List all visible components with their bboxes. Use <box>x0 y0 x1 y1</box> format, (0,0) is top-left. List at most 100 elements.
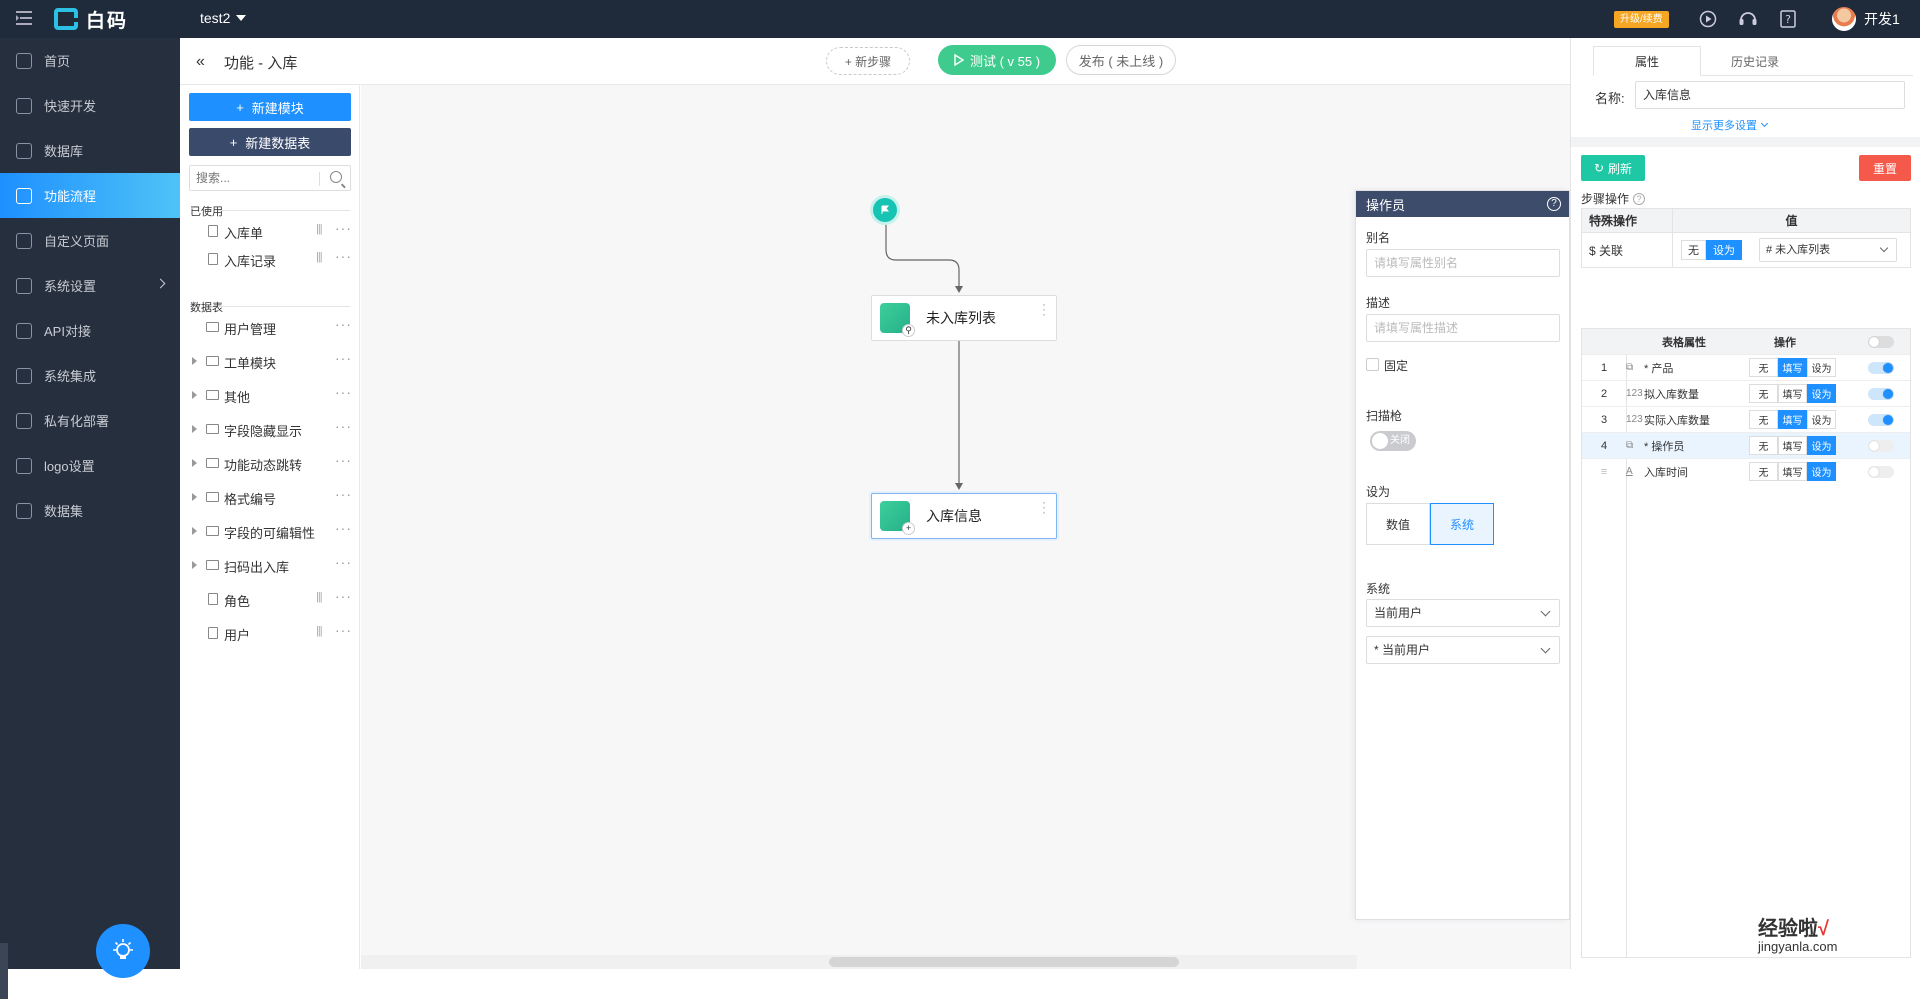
none-option[interactable]: 无 <box>1749 436 1778 455</box>
sidebar-item-logo[interactable]: logo设置 <box>0 443 180 488</box>
set-option[interactable]: 设为 <box>1807 462 1836 481</box>
caret-right-icon[interactable] <box>192 493 197 501</box>
table-row[interactable]: 1 ⧉ * 产品 无填写 设为 <box>1582 354 1910 380</box>
sliders-icon[interactable]: ||| <box>316 625 323 637</box>
set-system-option[interactable]: 系统 <box>1430 503 1494 545</box>
tree-item[interactable]: 扫码出入库 ··· <box>180 551 360 579</box>
tree-item[interactable]: 其他 ··· <box>180 381 360 409</box>
set-option[interactable]: 设为 <box>1706 240 1742 260</box>
upgrade-badge[interactable]: 升级/续费 <box>1614 11 1669 28</box>
search-input[interactable] <box>190 166 310 190</box>
system-select-2[interactable]: * 当前用户 <box>1366 636 1560 664</box>
set-option[interactable]: 设为 <box>1807 436 1836 455</box>
fixed-checkbox[interactable] <box>1366 358 1379 371</box>
new-module-button[interactable]: + 新建模块 <box>189 93 351 121</box>
table-row[interactable]: 3 123 实际入库数量 无填写 设为 <box>1582 406 1910 432</box>
sidebar-item-database[interactable]: 数据库 <box>0 128 180 173</box>
user-menu[interactable]: 开发1 <box>1832 7 1900 31</box>
more-icon[interactable]: ··· <box>335 220 352 236</box>
tree-item[interactable]: 字段隐藏显示 ··· <box>180 415 360 443</box>
tree-item[interactable]: 用户 ||| ··· <box>180 619 360 647</box>
sliders-icon[interactable]: ||| <box>316 591 323 603</box>
more-icon[interactable]: ··· <box>335 554 352 570</box>
more-icon[interactable]: ··· <box>335 350 352 366</box>
sidebar-item-custom-page[interactable]: 自定义页面 <box>0 218 180 263</box>
test-button[interactable]: 测试 ( v 55 ) <box>938 45 1056 75</box>
fill-option[interactable]: 填写 <box>1778 384 1807 403</box>
field-switch[interactable] <box>1868 466 1894 478</box>
field-switch[interactable] <box>1868 414 1894 426</box>
fill-option[interactable]: 填写 <box>1778 410 1807 429</box>
set-value-option[interactable]: 数值 <box>1366 503 1430 545</box>
tab-history[interactable]: 历史记录 <box>1701 46 1809 76</box>
fill-option[interactable]: 填写 <box>1778 358 1807 377</box>
tree-item[interactable]: 角色 ||| ··· <box>180 585 360 613</box>
new-table-button[interactable]: + 新建数据表 <box>189 128 351 156</box>
tree-item[interactable]: 工单模块 ··· <box>180 347 360 375</box>
none-option[interactable]: 无 <box>1749 384 1778 403</box>
help-icon[interactable]: ? <box>1778 9 1798 29</box>
caret-right-icon[interactable] <box>192 391 197 399</box>
kebab-menu-icon[interactable]: · · · <box>1042 298 1046 320</box>
caret-right-icon[interactable] <box>192 425 197 433</box>
sidebar-item-settings[interactable]: 系统设置 <box>0 263 180 308</box>
help-icon[interactable]: ? <box>1633 192 1646 205</box>
more-icon[interactable]: ··· <box>335 384 352 400</box>
field-switch[interactable] <box>1868 388 1894 400</box>
app-logo[interactable]: 白码 <box>54 7 128 32</box>
tree-item[interactable]: 字段的可编辑性 ··· <box>180 517 360 545</box>
scrollbar-thumb[interactable] <box>829 957 1179 967</box>
more-icon[interactable]: ··· <box>335 316 352 332</box>
project-selector[interactable]: test2 <box>200 10 247 26</box>
support-icon[interactable] <box>1738 9 1758 29</box>
start-node[interactable] <box>873 198 897 222</box>
show-more-settings-link[interactable]: 显示更多设置 <box>1691 117 1769 133</box>
sliders-icon[interactable]: ||| <box>316 223 323 235</box>
tab-properties[interactable]: 属性 <box>1593 46 1701 76</box>
name-field[interactable]: 入库信息 <box>1635 81 1905 109</box>
field-switch[interactable] <box>1868 440 1894 452</box>
tree-item[interactable]: 功能动态跳转 ··· <box>180 449 360 477</box>
none-option[interactable]: 无 <box>1749 410 1778 429</box>
system-select[interactable]: 当前用户 <box>1366 599 1560 627</box>
sidebar-item-api[interactable]: API对接 <box>0 308 180 353</box>
tree-item[interactable]: 用户管理 ··· <box>180 313 360 341</box>
fill-option[interactable]: 填写 <box>1778 436 1807 455</box>
play-circle-icon[interactable] <box>1698 9 1718 29</box>
alias-field[interactable]: 请填写属性别名 <box>1366 249 1560 277</box>
horizontal-scrollbar[interactable] <box>361 955 1357 969</box>
sidebar-item-quick-dev[interactable]: 快速开发 <box>0 83 180 128</box>
fill-option[interactable]: 填写 <box>1778 462 1807 481</box>
caret-right-icon[interactable] <box>192 459 197 467</box>
caret-right-icon[interactable] <box>192 527 197 535</box>
publish-button[interactable]: 发布 ( 未上线 ) <box>1066 45 1176 75</box>
more-icon[interactable]: ··· <box>335 588 352 604</box>
sidebar-item-flow[interactable]: 功能流程 <box>0 173 180 218</box>
kebab-menu-icon[interactable]: · · · <box>1042 496 1046 518</box>
sidebar-item-home[interactable]: 首页 <box>0 38 180 83</box>
set-option[interactable]: 设为 <box>1807 384 1836 403</box>
flow-node-selected[interactable]: + 入库信息 · · · <box>871 493 1057 539</box>
caret-right-icon[interactable] <box>192 561 197 569</box>
tree-item[interactable]: 入库记录 ||| ··· <box>180 245 360 273</box>
sidebar-item-dataset[interactable]: 数据集 <box>0 488 180 533</box>
more-icon[interactable]: ··· <box>335 452 352 468</box>
caret-right-icon[interactable] <box>192 357 197 365</box>
search-icon[interactable] <box>330 171 342 183</box>
more-icon[interactable]: ··· <box>335 622 352 638</box>
sliders-icon[interactable]: ||| <box>316 251 323 263</box>
double-chevron-left-icon[interactable]: « <box>196 53 205 71</box>
toggle-all-switch[interactable] <box>1868 336 1894 348</box>
sidebar-item-private-deploy[interactable]: 私有化部署 <box>0 398 180 443</box>
table-row[interactable]: ≡ A 入库时间 无填写 设为 <box>1582 458 1910 484</box>
more-icon[interactable]: ··· <box>335 486 352 502</box>
table-row-selected[interactable]: 4 ⧉ * 操作员 无填写 设为 <box>1582 432 1910 458</box>
none-option[interactable]: 无 <box>1681 240 1706 260</box>
refresh-button[interactable]: ↻ 刷新 <box>1581 155 1645 181</box>
sidebar-item-integration[interactable]: 系统集成 <box>0 353 180 398</box>
set-option[interactable]: 设为 <box>1807 358 1836 377</box>
flow-node[interactable]: ⚲ 未入库列表 · · · <box>871 295 1057 341</box>
table-row[interactable]: 2 123 拟入库数量 无填写 设为 <box>1582 380 1910 406</box>
more-icon[interactable]: ··· <box>335 520 352 536</box>
more-icon[interactable]: ··· <box>335 418 352 434</box>
